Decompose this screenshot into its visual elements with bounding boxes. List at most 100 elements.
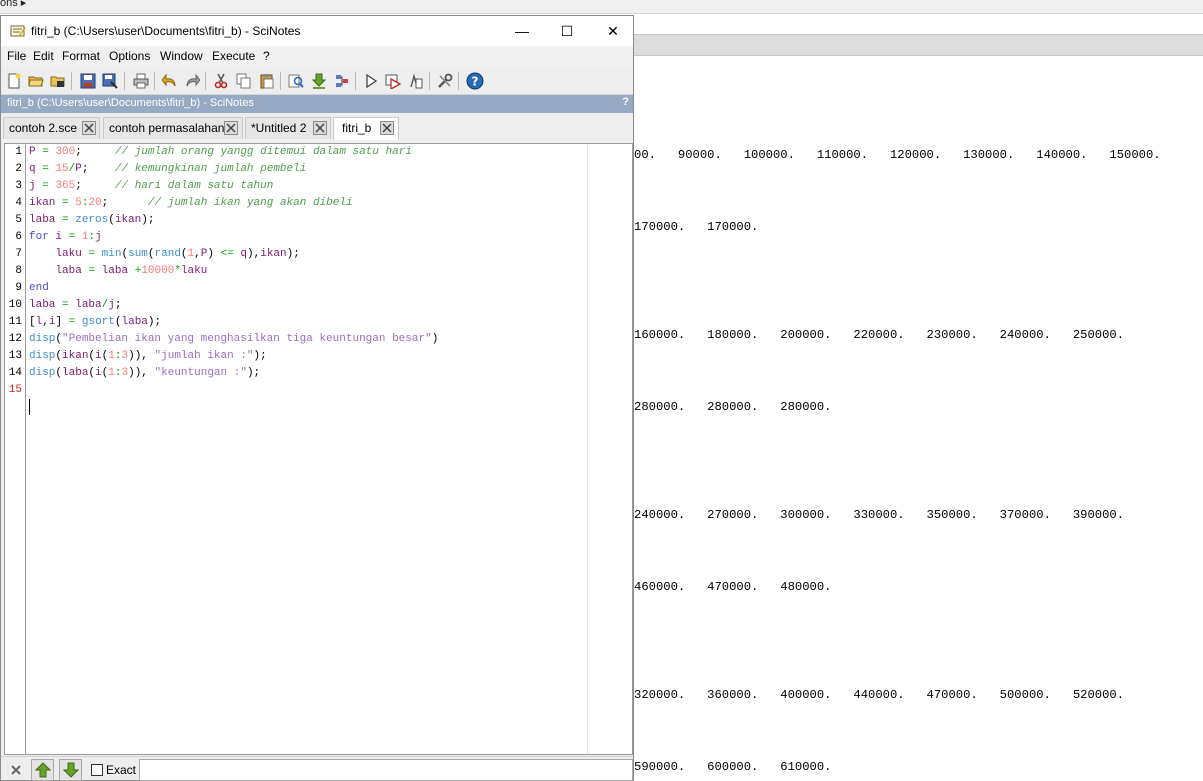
code-line: j = 365; // hari dalam satu tahun [29,180,274,192]
find-bar: Exact [1,756,633,781]
menu-edit[interactable]: Edit [33,49,54,63]
scinotes-window: fitri_b (C:\Users\user\Documents\fitri_b… [0,15,634,781]
menu-execute[interactable]: Execute [212,49,255,63]
tab-contoh-2-sce[interactable]: contoh 2.sce [3,117,100,139]
console-output-line: 280000. 280000. 280000. [634,400,832,414]
menu-bar: File Edit Format Options Window Execute … [1,46,633,67]
console-output-line: 590000. 600000. 610000. [634,760,832,774]
tab-label: fitri_b [342,121,372,135]
console-output-line: 320000. 360000. 400000. 440000. 470000. … [634,688,1125,702]
close-tab-icon[interactable] [82,121,96,135]
find-previous-icon[interactable] [31,759,54,781]
line-number: 6 [15,231,22,243]
code-line: disp("Pembelian ikan yang menghasilkan t… [29,333,439,345]
line-number: 4 [15,197,22,209]
maximize-button[interactable]: ☐ [544,16,590,46]
find-replace-icon[interactable] [286,71,306,91]
window-titlebar[interactable]: fitri_b (C:\Users\user\Documents\fitri_b… [1,16,633,46]
load-into-scilab-icon[interactable] [309,71,329,91]
tab-fitri-b[interactable]: fitri_b [333,117,399,140]
tab-contoh-permasalahan[interactable]: contoh permasalahan [103,117,243,139]
close-find-icon[interactable] [4,759,27,781]
background-window-text: ons ▸ [0,0,27,9]
toolbar-separator [458,72,459,90]
open-recent-icon[interactable] [48,71,68,91]
redo-icon[interactable] [182,71,202,91]
line-number: 10 [8,299,22,311]
tab-label: *Untitled 2 [251,121,307,135]
file-tab-bar: contoh 2.sce contoh permasalahan *Untitl… [1,113,633,140]
save-as-icon[interactable] [100,71,120,91]
menu-window[interactable]: Window [160,49,203,63]
copy-icon[interactable] [234,71,254,91]
menu-help[interactable]: ? [263,49,270,63]
close-tab-icon[interactable] [224,121,238,135]
code-line: q = 15/P; // kemungkinan jumlah pembeli [29,163,307,175]
paste-icon[interactable] [257,71,277,91]
console-output-line: 160000. 180000. 200000. 220000. 230000. … [634,328,1125,342]
menu-file[interactable]: File [7,49,26,63]
run-icon[interactable] [361,71,381,91]
text-cursor [29,399,30,415]
toolbar-separator [355,72,356,90]
window-title: fitri_b (C:\Users\user\Documents\fitri_b… [31,24,301,38]
console-header-strip [634,34,1203,56]
code-area[interactable]: P = 300; // jumlah orang yangg ditemui d… [29,144,587,754]
toolbar: ? [1,67,633,95]
preferences-icon[interactable] [435,71,455,91]
cut-icon[interactable] [211,71,231,91]
desktop-screen: ons ▸ 00. 90000. 100000. 110000. 120000.… [0,0,1203,781]
code-line: laba = laba/j; [29,299,122,311]
open-file-icon[interactable] [26,71,46,91]
code-editor[interactable]: 1 2 3 4 5 6 7 8 9 10 11 12 13 14 15 P = … [4,143,633,755]
console-output-line: 460000. 470000. 480000. [634,580,832,594]
print-icon[interactable] [131,71,151,91]
svg-text:?: ? [472,75,479,89]
find-next-icon[interactable] [59,759,82,781]
line-number: 8 [15,265,22,277]
toolbar-separator [154,72,155,90]
toolbar-separator [205,72,206,90]
tab-label: contoh 2.sce [9,121,78,135]
help-icon[interactable]: ? [465,71,485,91]
line-number: 9 [15,282,22,294]
toolbar-separator [280,72,281,90]
line-number: 3 [15,180,22,192]
line-number: 11 [8,316,22,328]
menu-options[interactable]: Options [109,49,150,63]
undo-icon[interactable] [160,71,180,91]
line-number-gutter: 1 2 3 4 5 6 7 8 9 10 11 12 13 14 15 [5,144,26,754]
tab-untitled-2[interactable]: *Untitled 2 [245,117,331,139]
line-number: 1 [15,146,22,158]
right-margin-line [587,144,588,754]
close-tab-icon[interactable] [380,121,394,135]
toolbar-separator [429,72,430,90]
exact-label: Exact [106,763,137,777]
save-icon[interactable] [78,71,98,91]
code-line: disp(laba(i(1:3)), "keuntungan :"); [29,367,261,379]
code-line: laba = laba +10000*laku [55,265,208,277]
code-line: for i = 1:j [29,231,102,243]
document-help-button[interactable]: ? [622,96,629,108]
code-line: laba = zeros(ikan); [29,214,155,226]
line-number: 13 [8,350,22,362]
execute-debug-icon[interactable] [406,71,426,91]
scinotes-app-icon [10,24,26,38]
exact-checkbox[interactable] [91,764,103,776]
close-tab-icon[interactable] [313,121,327,135]
console-output-line: 240000. 270000. 300000. 330000. 350000. … [634,508,1125,522]
tab-label: contoh permasalahan [109,121,225,135]
code-line: end [29,282,49,294]
code-line: disp(ikan(i(1:3)), "jumlah ikan :"); [29,350,267,362]
minimize-button[interactable]: — [499,16,545,46]
execute-icon[interactable] [332,71,352,91]
close-window-button[interactable]: ✕ [590,16,636,46]
menu-format[interactable]: Format [62,49,100,63]
find-input[interactable] [139,759,633,781]
code-line: laku = min(sum(rand(1,P) <= q),ikan); [55,248,300,260]
code-line: ikan = 5:20; // jumlah ikan yang akan di… [29,197,353,209]
run-until-icon[interactable] [383,71,403,91]
new-file-icon[interactable] [4,71,24,91]
console-output-line: 170000. 170000. [634,220,759,234]
